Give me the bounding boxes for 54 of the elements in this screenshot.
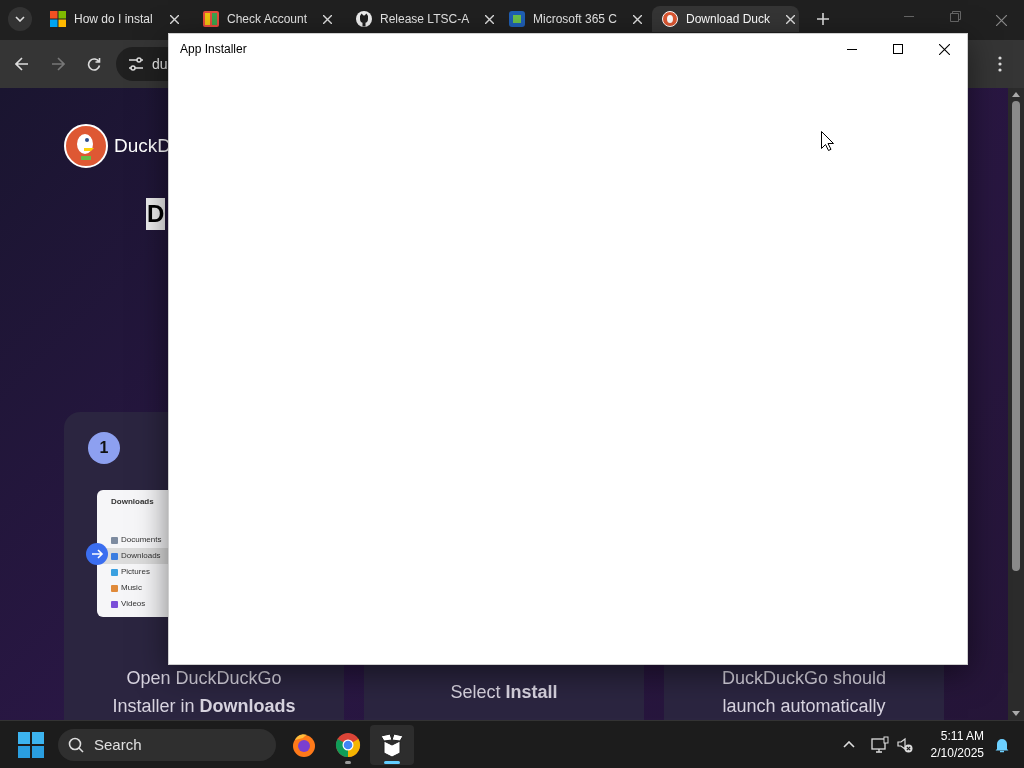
browser-tab[interactable]: Release LTSC-A [346, 6, 493, 32]
tiles-icon [203, 11, 219, 27]
chevron-down-icon [15, 16, 25, 22]
restore-icon [949, 11, 961, 22]
scrollbar[interactable] [1008, 88, 1024, 720]
start-icon[interactable] [18, 731, 44, 758]
tab-close-icon[interactable] [170, 14, 179, 24]
minimize-icon [847, 48, 857, 50]
plus-icon [817, 13, 829, 25]
maximize-icon [893, 44, 903, 54]
tab-close-icon[interactable] [323, 14, 333, 24]
address-bar[interactable]: du [116, 47, 168, 81]
fox-globe-icon [291, 731, 317, 758]
chrome-circle-icon [335, 731, 361, 758]
browser-tab[interactable]: Check Account [193, 6, 340, 32]
taskbar-app-button[interactable] [370, 724, 414, 765]
network-icon[interactable] [870, 736, 889, 753]
scroll-down-icon [1012, 711, 1020, 716]
search-field[interactable]: Search [58, 728, 276, 761]
windows-logo-icon [50, 11, 66, 27]
search-icon [68, 736, 84, 753]
menu-icon [998, 56, 1002, 72]
tab-close-icon[interactable] [786, 14, 796, 24]
chevron-up-icon[interactable] [842, 741, 855, 748]
back-arrow-icon [15, 57, 29, 71]
step-number: 1 [88, 432, 120, 464]
browser-tab[interactable]: Microsoft 365 C [499, 6, 646, 32]
tune-icon [128, 57, 144, 71]
reload-icon [87, 57, 101, 71]
minimize-icon [904, 16, 914, 17]
tab-close-icon[interactable] [485, 14, 495, 24]
scroll-up-icon [1012, 92, 1020, 97]
bell-icon[interactable] [994, 736, 1010, 753]
clock-time[interactable]: 5:11 AM [940, 727, 984, 745]
step-text: Open DuckDuckGo Installer in Downloads [111, 667, 297, 718]
muted-speaker-icon[interactable] [896, 736, 913, 753]
tab-list-button[interactable] [8, 7, 32, 31]
app-grid-icon [509, 11, 525, 27]
tab-close-icon[interactable] [633, 14, 643, 24]
clock-date[interactable]: 2/10/2025 [930, 744, 984, 762]
step-text: Select Install [450, 681, 558, 704]
browser-tab[interactable]: Download Duck [652, 6, 799, 32]
scrollbar-thumb[interactable] [1012, 101, 1020, 571]
browser-tab[interactable]: How do I instal [40, 6, 187, 32]
forward-arrow-icon [51, 57, 65, 71]
page-heading: D [146, 198, 166, 230]
window-title: App Installer [179, 41, 247, 58]
address-text: du [152, 54, 168, 74]
open-box-icon [379, 731, 405, 758]
close-icon [938, 43, 950, 55]
step-text: DuckDuckGo should launch automatically [720, 667, 888, 718]
close-icon [995, 14, 1007, 26]
explorer-title: Downloads [110, 496, 155, 508]
mouse-cursor-icon [821, 131, 834, 151]
